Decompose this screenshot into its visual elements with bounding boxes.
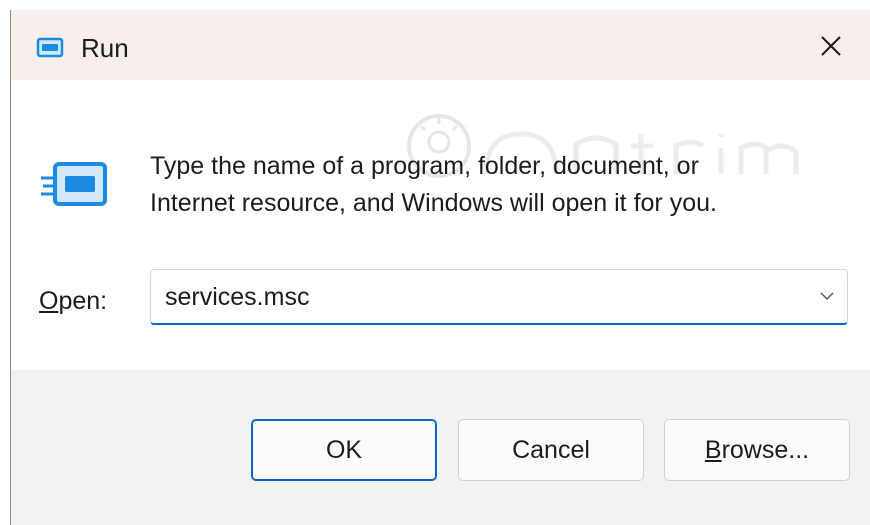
browse-label: rowse...	[721, 435, 810, 464]
open-input[interactable]	[165, 279, 785, 315]
chevron-down-icon[interactable]	[817, 286, 837, 306]
open-combobox[interactable]	[150, 269, 848, 325]
button-bar: OK Cancel Browse...	[11, 370, 870, 525]
open-label: Open:	[39, 284, 107, 318]
run-dialog: Run Type the name of a program, folder, …	[10, 10, 870, 525]
instruction-text: Type the name of a program, folder, docu…	[150, 148, 840, 222]
close-icon	[821, 36, 841, 56]
browse-button[interactable]: Browse...	[664, 419, 850, 481]
run-app-icon	[36, 37, 64, 58]
instruction-line-1: Type the name of a program, folder, docu…	[150, 152, 699, 180]
instruction-line-2: Internet resource, and Windows will open…	[150, 189, 717, 217]
ok-button[interactable]: OK	[251, 419, 437, 481]
dialog-body: Type the name of a program, folder, docu…	[11, 80, 870, 380]
open-label-text: pen:	[58, 287, 108, 315]
open-label-mnemonic: O	[39, 287, 59, 315]
window-title: Run	[81, 33, 129, 63]
close-button[interactable]	[806, 24, 856, 68]
run-app-icon-large	[41, 162, 107, 206]
title-bar: Run	[11, 10, 870, 80]
cancel-button[interactable]: Cancel	[458, 419, 644, 481]
browse-mnemonic: B	[704, 435, 722, 464]
